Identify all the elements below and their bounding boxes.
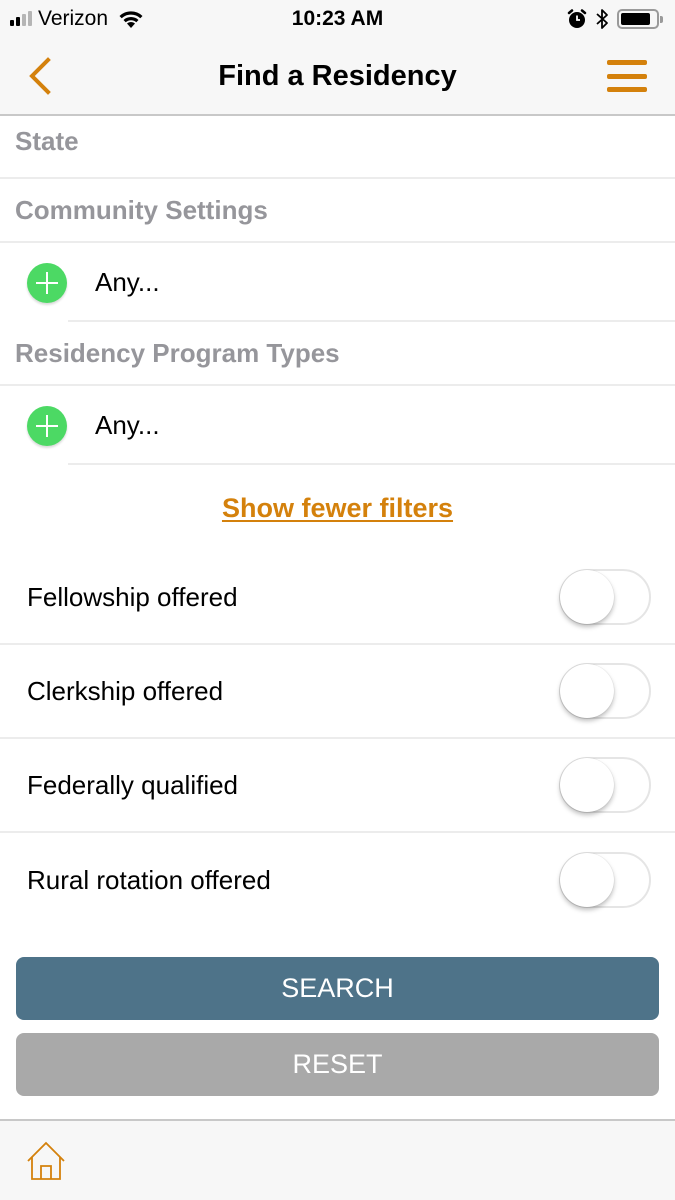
home-icon — [27, 1141, 65, 1180]
status-right — [567, 6, 663, 32]
reset-button[interactable]: RESET — [16, 1033, 659, 1096]
battery-icon — [617, 9, 663, 29]
switch-row-rural-rotation: Rural rotation offered — [0, 833, 675, 927]
status-bar: Verizon 10:23 AM — [0, 0, 675, 38]
toggle-filters-container: Show fewer filters — [0, 465, 675, 551]
toggle-knob — [560, 758, 614, 812]
switch-row-clerkship: Clerkship offered — [0, 645, 675, 739]
switch-label: Federally qualified — [27, 769, 239, 800]
community-settings-header: Community Settings — [0, 179, 675, 243]
program-types-value: Any... — [95, 410, 160, 440]
home-button[interactable] — [26, 1141, 66, 1181]
clerkship-toggle[interactable] — [559, 663, 651, 719]
show-fewer-filters-link[interactable]: Show fewer filters — [222, 493, 453, 524]
community-settings-picker[interactable]: Any... — [0, 243, 675, 322]
switch-label: Rural rotation offered — [27, 864, 271, 895]
state-header[interactable]: State — [0, 116, 675, 179]
switch-row-federally-qualified: Federally qualified — [0, 739, 675, 833]
add-icon[interactable] — [27, 405, 67, 446]
add-icon[interactable] — [27, 262, 67, 303]
rural-rotation-toggle[interactable] — [559, 852, 651, 908]
hamburger-menu-icon — [607, 60, 647, 65]
alarm-icon — [567, 9, 587, 28]
page-title: Find a Residency — [218, 60, 457, 92]
switch-label: Fellowship offered — [27, 581, 238, 612]
switch-row-fellowship: Fellowship offered — [0, 551, 675, 645]
switch-label: Clerkship offered — [27, 675, 224, 706]
search-button[interactable]: SEARCH — [16, 957, 659, 1020]
fellowship-toggle[interactable] — [559, 569, 651, 625]
tab-bar — [0, 1119, 675, 1200]
bluetooth-icon — [596, 9, 608, 29]
toggle-knob — [560, 664, 614, 718]
nav-bar: Find a Residency — [0, 38, 675, 116]
program-types-picker[interactable]: Any... — [0, 386, 675, 465]
federally-qualified-toggle[interactable] — [559, 757, 651, 813]
community-settings-value: Any... — [95, 267, 160, 297]
filter-form: State Community Settings Any... Residenc… — [0, 116, 675, 927]
program-types-header: Residency Program Types — [0, 322, 675, 386]
menu-button[interactable] — [607, 60, 647, 92]
toggle-knob — [560, 853, 614, 907]
toggle-knob — [560, 570, 614, 624]
